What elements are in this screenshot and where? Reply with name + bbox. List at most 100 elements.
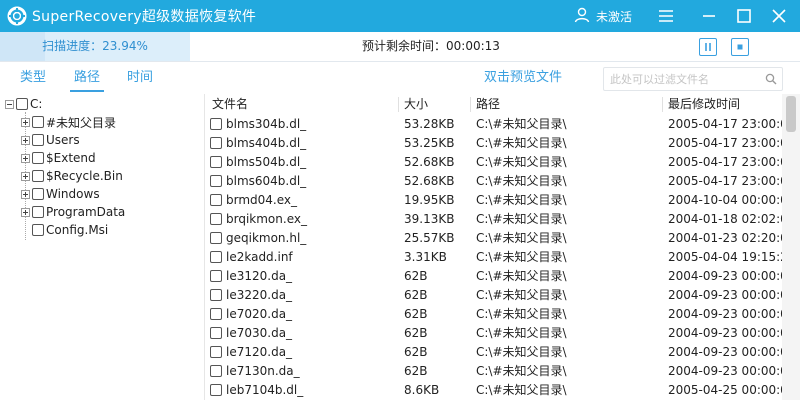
column-header-path[interactable]: 路径 (476, 94, 500, 114)
tree-node-checkbox[interactable] (16, 98, 28, 110)
cell-filename: le2kadd.inf (226, 250, 293, 264)
cell-filename: brqikmon.ex_ (226, 212, 307, 226)
row-checkbox[interactable] (210, 346, 222, 358)
tree-node-label: ProgramData (46, 205, 126, 219)
tree-node-checkbox[interactable] (32, 206, 44, 218)
tree-node-checkbox[interactable] (32, 116, 44, 128)
tree-node-label: C: (30, 97, 43, 111)
cell-modified: 2005-04-17 23:00:00 (668, 155, 782, 169)
cell-path: C:\#未知父目录\ (476, 212, 567, 226)
expand-toggle-icon[interactable] (21, 135, 30, 145)
expand-toggle-icon[interactable] (21, 117, 30, 127)
expand-toggle-icon[interactable] (21, 207, 30, 217)
table-row[interactable]: le7120.da_ 62B C:\#未知父目录\ 2004-09-23 00:00:… (206, 343, 782, 362)
table-row[interactable]: le2kadd.inf 3.31KB C:\#未知父目录\ 2005-04-04 19… (206, 248, 782, 267)
cell-filename: geqikmon.hl_ (226, 231, 307, 245)
row-checkbox[interactable] (210, 251, 222, 263)
tree-node-unknown-parent[interactable]: #未知父目录 (21, 113, 116, 131)
tree-node-checkbox[interactable] (32, 134, 44, 146)
tree-node-checkbox[interactable] (32, 188, 44, 200)
maximize-button[interactable] (729, 0, 759, 32)
expand-toggle-icon[interactable] (21, 153, 30, 163)
row-checkbox[interactable] (210, 327, 222, 339)
cell-path: C:\#未知父目录\ (476, 364, 567, 378)
table-row[interactable]: le7130n.da_ 62B C:\#未知父目录\ 2004-09-23 00:00… (206, 362, 782, 381)
row-checkbox[interactable] (210, 156, 222, 168)
column-header-modified[interactable]: 最后修改时间 (668, 94, 740, 114)
column-header-filename[interactable]: 文件名 (212, 94, 248, 114)
tree-node-users[interactable]: Users (21, 131, 80, 149)
tab-path[interactable]: 路径 (69, 62, 105, 94)
row-checkbox[interactable] (210, 384, 222, 396)
cell-size: 62B (404, 269, 428, 283)
table-row[interactable]: blms604b.dl_ 52.68KB C:\#未知父目录\ 2005-04-17 … (206, 172, 782, 191)
stop-icon (737, 44, 743, 50)
double-click-preview-link[interactable]: 双击预览文件 (484, 62, 562, 94)
cell-filename: blms504b.dl_ (226, 155, 307, 169)
table-row[interactable]: geqikmon.hl_ 25.57KB C:\#未知父目录\ 2004-01-23 … (206, 229, 782, 248)
cell-path: C:\#未知父目录\ (476, 288, 567, 302)
tree-node-config-msi[interactable]: Config.Msi (21, 221, 108, 239)
tree-node-programdata[interactable]: ProgramData (21, 203, 125, 221)
table-row[interactable]: blms504b.dl_ 52.68KB C:\#未知父目录\ 2005-04-17 … (206, 153, 782, 172)
table-row[interactable]: le3120.da_ 62B C:\#未知父目录\ 2004-09-23 00:00:… (206, 267, 782, 286)
table-row[interactable]: blms304b.dl_ 53.28KB C:\#未知父目录\ 2005-04-17 … (206, 115, 782, 134)
tree-node-checkbox[interactable] (32, 152, 44, 164)
cell-path: C:\#未知父目录\ (476, 231, 567, 245)
column-resize-handle[interactable] (470, 97, 471, 112)
row-checkbox[interactable] (210, 308, 222, 320)
table-row[interactable]: le7030.da_ 62B C:\#未知父目录\ 2004-09-23 00:00:… (206, 324, 782, 343)
column-header-size[interactable]: 大小 (404, 94, 428, 114)
cell-modified: 2004-09-23 00:00:00 (668, 269, 782, 283)
search-icon[interactable] (765, 73, 777, 85)
row-checkbox[interactable] (210, 137, 222, 149)
cell-path: C:\#未知父目录\ (476, 193, 567, 207)
table-scrollbar[interactable] (782, 94, 800, 400)
tab-type[interactable]: 类型 (20, 62, 46, 94)
cell-size: 53.25KB (404, 136, 455, 150)
row-checkbox[interactable] (210, 213, 222, 225)
tree-node-root[interactable]: C: (5, 95, 42, 113)
expand-toggle-icon[interactable] (21, 171, 30, 181)
pause-button[interactable] (699, 38, 717, 56)
table-row[interactable]: le3220.da_ 62B C:\#未知父目录\ 2004-09-23 00:00:… (206, 286, 782, 305)
tree-node-recycle-bin[interactable]: $Recycle.Bin (21, 167, 123, 185)
tree-node-extend[interactable]: $Extend (21, 149, 96, 167)
cell-modified: 2004-09-23 00:00:00 (668, 326, 782, 340)
tree-node-checkbox[interactable] (32, 224, 44, 236)
row-checkbox[interactable] (210, 270, 222, 282)
tree-node-windows[interactable]: Windows (21, 185, 100, 203)
cell-size: 39.13KB (404, 212, 455, 226)
row-checkbox[interactable] (210, 365, 222, 377)
cell-modified: 2005-04-04 19:15:26 (668, 250, 782, 264)
table-row[interactable]: le7020.da_ 62B C:\#未知父目录\ 2004-09-23 00:00:… (206, 305, 782, 324)
row-checkbox[interactable] (210, 118, 222, 130)
row-checkbox[interactable] (210, 194, 222, 206)
table-row[interactable]: blms404b.dl_ 53.25KB C:\#未知父目录\ 2005-04-17 … (206, 134, 782, 153)
cell-filename: le7030.da_ (226, 326, 293, 340)
table-row[interactable]: leb7104b.dl_ 8.6KB C:\#未知父目录\ 2005-04-25 00… (206, 381, 782, 400)
cell-modified: 2004-01-18 02:02:00 (668, 212, 782, 226)
row-checkbox[interactable] (210, 289, 222, 301)
cell-modified: 2004-09-23 00:00:00 (668, 364, 782, 378)
tree-node-checkbox[interactable] (32, 170, 44, 182)
table-row[interactable]: brqikmon.ex_ 39.13KB C:\#未知父目录\ 2004-01-18 … (206, 210, 782, 229)
collapse-toggle-icon[interactable] (5, 99, 14, 109)
table-row[interactable]: brmd04.ex_ 19.95KB C:\#未知父目录\ 2004-10-04 00… (206, 191, 782, 210)
column-resize-handle[interactable] (398, 97, 399, 112)
cell-filename: le7120.da_ (226, 345, 293, 359)
filename-filter-input[interactable] (610, 70, 760, 88)
stop-button[interactable] (731, 38, 749, 56)
filename-filter-box[interactable] (603, 67, 783, 91)
column-resize-handle[interactable] (662, 97, 663, 112)
expand-toggle-icon[interactable] (21, 189, 30, 199)
cell-path: C:\#未知父目录\ (476, 250, 567, 264)
tab-time[interactable]: 时间 (127, 62, 153, 94)
minimize-button[interactable] (694, 0, 724, 32)
activation-status-button[interactable]: 未激活 (574, 0, 632, 32)
scrollbar-thumb[interactable] (786, 96, 796, 132)
row-checkbox[interactable] (210, 232, 222, 244)
row-checkbox[interactable] (210, 175, 222, 187)
menu-button[interactable] (651, 0, 681, 32)
close-button[interactable] (764, 0, 794, 32)
